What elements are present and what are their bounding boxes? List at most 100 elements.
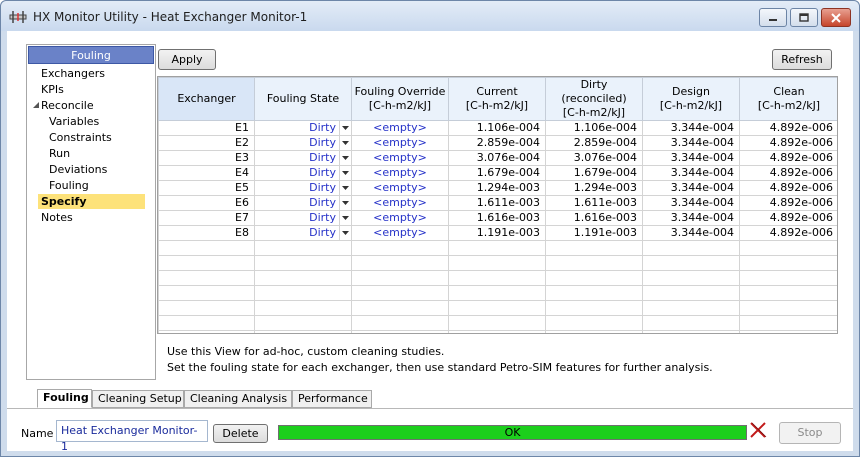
cell-state[interactable]: Dirty <box>254 210 352 226</box>
cell-clean[interactable]: 4.892e-006 <box>739 150 837 166</box>
col-header-fouling-override[interactable]: Fouling Override [C-h-m2/kJ] <box>351 77 449 121</box>
col-header-dirty-reconciled[interactable]: Dirty (reconciled) [C-h-m2/kJ] <box>545 77 643 121</box>
sidebar-item-kpis[interactable]: KPIs <box>41 82 64 97</box>
fouling-state-value[interactable]: Dirty <box>309 137 339 150</box>
cell-clean[interactable]: 4.892e-006 <box>739 135 837 151</box>
cell-clean[interactable]: 4.892e-006 <box>739 210 837 226</box>
cell-design[interactable]: 3.344e-004 <box>642 120 740 136</box>
cell-current[interactable]: 1.616e-003 <box>448 210 546 226</box>
sidebar-item-specify[interactable]: Specify <box>38 194 145 209</box>
col-header-exchanger[interactable]: Exchanger <box>158 77 255 121</box>
sidebar-item-run[interactable]: Run <box>49 146 70 161</box>
cell-exchanger[interactable]: E3 <box>158 150 255 166</box>
col-header-current[interactable]: Current [C-h-m2/kJ] <box>448 77 546 121</box>
cell-exchanger[interactable]: E4 <box>158 165 255 181</box>
cell-state[interactable]: Dirty <box>254 150 352 166</box>
cell-design[interactable]: 3.344e-004 <box>642 165 740 181</box>
close-button[interactable] <box>821 8 851 27</box>
cell-current[interactable]: 1.679e-004 <box>448 165 546 181</box>
tab-cleaning-analysis[interactable]: Cleaning Analysis <box>184 390 292 408</box>
cell-dirty[interactable]: 3.076e-004 <box>545 150 643 166</box>
cell-override[interactable]: <empty> <box>351 135 449 151</box>
table-row[interactable]: E8 Dirty <empty> 1.191e-003 1.191e-003 3.344e… <box>158 225 837 241</box>
dropdown-arrow-icon[interactable] <box>339 211 351 225</box>
cell-override[interactable]: <empty> <box>351 120 449 136</box>
cell-state[interactable]: Dirty <box>254 225 352 241</box>
sidebar-item-constraints[interactable]: Constraints <box>49 130 112 145</box>
cell-override[interactable]: <empty> <box>351 210 449 226</box>
cell-current[interactable]: 1.106e-004 <box>448 120 546 136</box>
cell-dirty[interactable]: 1.106e-004 <box>545 120 643 136</box>
cell-override[interactable]: <empty> <box>351 180 449 196</box>
cell-override[interactable]: <empty> <box>351 165 449 181</box>
sidebar-item-fouling[interactable]: Fouling <box>49 178 89 193</box>
cell-design[interactable]: 3.344e-004 <box>642 225 740 241</box>
dropdown-arrow-icon[interactable] <box>339 226 351 240</box>
cell-dirty[interactable]: 1.611e-003 <box>545 195 643 211</box>
cell-design[interactable]: 3.344e-004 <box>642 150 740 166</box>
sidebar-item-variables[interactable]: Variables <box>49 114 99 129</box>
dropdown-arrow-icon[interactable] <box>339 121 351 135</box>
sidebar-item-deviations[interactable]: Deviations <box>49 162 107 177</box>
sidebar-item-reconcile[interactable]: Reconcile <box>41 98 94 113</box>
tab-performance[interactable]: Performance <box>292 390 372 408</box>
table-row[interactable]: E4 Dirty <empty> 1.679e-004 1.679e-004 3.344e… <box>158 165 837 181</box>
cell-design[interactable]: 3.344e-004 <box>642 210 740 226</box>
table-row[interactable]: E6 Dirty <empty> 1.611e-003 1.611e-003 3.344e… <box>158 195 837 211</box>
cell-exchanger[interactable]: E6 <box>158 195 255 211</box>
col-header-fouling-state[interactable]: Fouling State <box>254 77 352 121</box>
collapse-triangle-icon[interactable] <box>31 98 41 113</box>
cell-exchanger[interactable]: E5 <box>158 180 255 196</box>
fouling-state-value[interactable]: Dirty <box>309 182 339 195</box>
cell-dirty[interactable]: 2.859e-004 <box>545 135 643 151</box>
table-row[interactable]: E3 Dirty <empty> 3.076e-004 3.076e-004 3.344e… <box>158 150 837 166</box>
cell-current[interactable]: 1.611e-003 <box>448 195 546 211</box>
dropdown-arrow-icon[interactable] <box>339 166 351 180</box>
cell-design[interactable]: 3.344e-004 <box>642 195 740 211</box>
sidebar-item-exchangers[interactable]: Exchangers <box>41 66 105 81</box>
cell-clean[interactable]: 4.892e-006 <box>739 225 837 241</box>
table-row[interactable]: E7 Dirty <empty> 1.616e-003 1.616e-003 3.344e… <box>158 210 837 226</box>
cell-clean[interactable]: 4.892e-006 <box>739 180 837 196</box>
cell-exchanger[interactable]: E8 <box>158 225 255 241</box>
cell-current[interactable]: 2.859e-004 <box>448 135 546 151</box>
fouling-state-value[interactable]: Dirty <box>309 197 339 210</box>
cell-current[interactable]: 1.191e-003 <box>448 225 546 241</box>
fouling-state-value[interactable]: Dirty <box>309 212 339 225</box>
fouling-state-value[interactable]: Dirty <box>309 167 339 180</box>
dropdown-arrow-icon[interactable] <box>339 151 351 165</box>
cell-state[interactable]: Dirty <box>254 180 352 196</box>
cell-state[interactable]: Dirty <box>254 165 352 181</box>
cell-dirty[interactable]: 1.679e-004 <box>545 165 643 181</box>
delete-button[interactable]: Delete <box>213 424 268 443</box>
table-row[interactable]: E1 Dirty <empty> 1.106e-004 1.106e-004 3.344e… <box>158 120 837 136</box>
cell-state[interactable]: Dirty <box>254 135 352 151</box>
cell-clean[interactable]: 4.892e-006 <box>739 120 837 136</box>
cell-design[interactable]: 3.344e-004 <box>642 135 740 151</box>
apply-button[interactable]: Apply <box>158 49 216 70</box>
refresh-button[interactable]: Refresh <box>772 49 832 70</box>
cell-clean[interactable]: 4.892e-006 <box>739 195 837 211</box>
stop-button[interactable]: Stop <box>779 422 841 444</box>
cell-dirty[interactable]: 1.191e-003 <box>545 225 643 241</box>
cell-design[interactable]: 3.344e-004 <box>642 180 740 196</box>
cell-state[interactable]: Dirty <box>254 195 352 211</box>
tab-fouling[interactable]: Fouling <box>37 389 92 408</box>
table-row[interactable]: E5 Dirty <empty> 1.294e-003 1.294e-003 3.344e… <box>158 180 837 196</box>
cell-override[interactable]: <empty> <box>351 195 449 211</box>
cell-exchanger[interactable]: E2 <box>158 135 255 151</box>
sidebar-header[interactable]: Fouling <box>28 46 154 64</box>
cell-dirty[interactable]: 1.616e-003 <box>545 210 643 226</box>
maximize-button[interactable] <box>790 8 818 27</box>
cell-exchanger[interactable]: E7 <box>158 210 255 226</box>
col-header-design[interactable]: Design [C-h-m2/kJ] <box>642 77 740 121</box>
fouling-state-value[interactable]: Dirty <box>309 152 339 165</box>
cell-current[interactable]: 1.294e-003 <box>448 180 546 196</box>
cell-current[interactable]: 3.076e-004 <box>448 150 546 166</box>
cell-state[interactable]: Dirty <box>254 120 352 136</box>
tab-cleaning-setup[interactable]: Cleaning Setup <box>92 390 184 408</box>
dropdown-arrow-icon[interactable] <box>339 181 351 195</box>
fouling-state-value[interactable]: Dirty <box>309 122 339 135</box>
dropdown-arrow-icon[interactable] <box>339 196 351 210</box>
table-row[interactable]: E2 Dirty <empty> 2.859e-004 2.859e-004 3.344e… <box>158 135 837 151</box>
